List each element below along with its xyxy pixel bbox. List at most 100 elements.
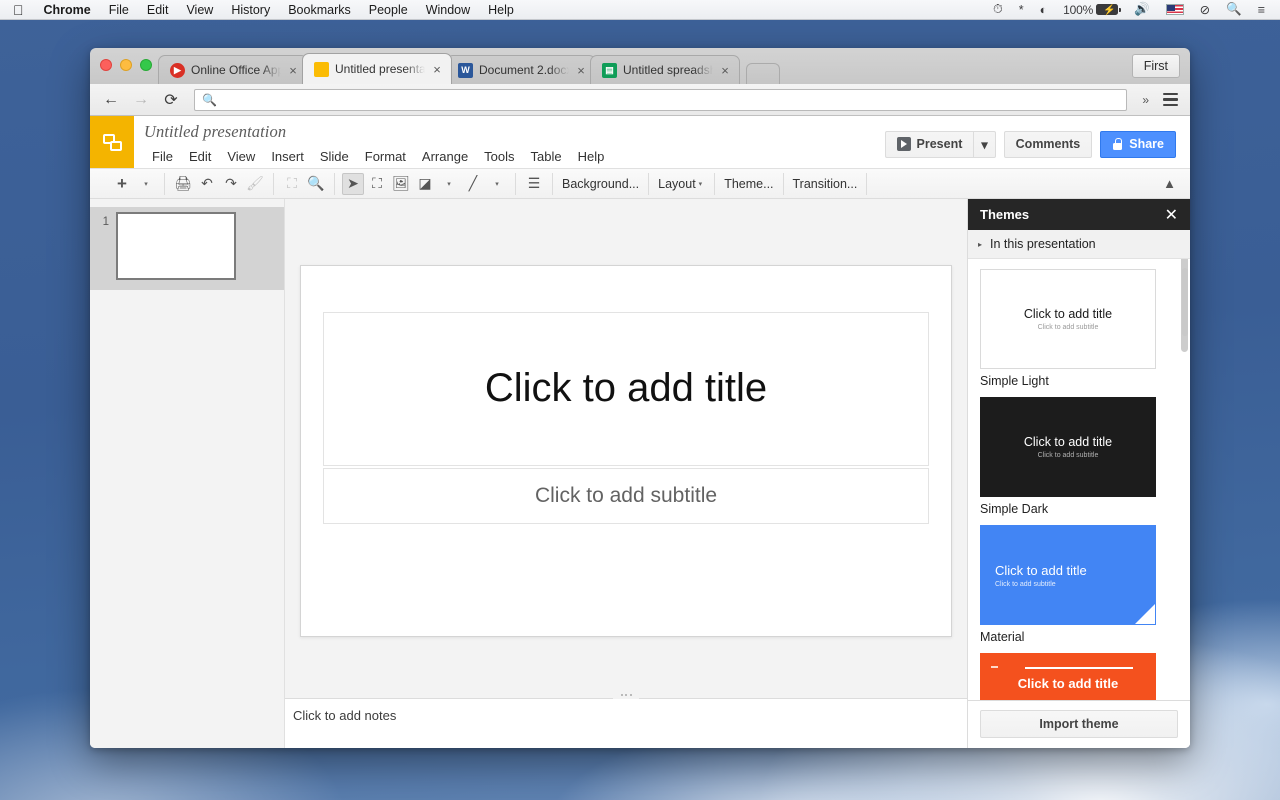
bluetooth-icon[interactable]: * [1012, 0, 1031, 19]
slide-filmstrip[interactable]: 1 [90, 199, 285, 748]
speaker-notes-pane[interactable]: Click to add notes [285, 698, 967, 748]
wifi-icon[interactable]: ◐ [1033, 0, 1055, 19]
slide-canvas-area[interactable]: Click to add title Click to add subtitle [285, 199, 967, 698]
slides-menu-view[interactable]: View [219, 147, 263, 166]
back-icon[interactable]: ← [98, 88, 124, 112]
close-window-button[interactable] [100, 59, 112, 71]
tab-close-icon[interactable]: × [575, 63, 587, 78]
tab-close-icon[interactable]: × [431, 62, 443, 77]
search-icon[interactable]: 🔍 [1219, 0, 1249, 19]
minimize-window-button[interactable] [120, 59, 132, 71]
theme-thumbnail[interactable]: Click to add title Click to add subtitle [980, 397, 1156, 497]
share-button[interactable]: Share [1100, 131, 1176, 158]
slides-menu-slide[interactable]: Slide [312, 147, 357, 166]
slide-thumbnail[interactable] [116, 212, 236, 280]
tab-close-icon[interactable]: × [287, 63, 299, 78]
menu-people[interactable]: People [360, 0, 417, 19]
menu-chrome[interactable]: Chrome [35, 0, 100, 19]
slides-menu-format[interactable]: Format [357, 147, 414, 166]
list-icon[interactable]: ≡ [1251, 0, 1272, 19]
menu-window[interactable]: Window [417, 0, 479, 19]
menu-bar-items:  Chrome File Edit View History Bookmark… [0, 0, 523, 19]
tab-untitled-spreadsheet[interactable]: ▤ Untitled spreadsheet - Goo × [590, 55, 740, 84]
slides-menu-insert[interactable]: Insert [263, 147, 312, 166]
themes-scrollbar[interactable] [1182, 268, 1188, 336]
new-tab-button[interactable] [746, 63, 780, 84]
theme-card-orange[interactable]: Click to add title [980, 653, 1178, 700]
battery-status[interactable]: 100% ⚡ [1056, 0, 1125, 19]
document-title[interactable]: Untitled presentation [144, 122, 885, 142]
text-box-icon[interactable]: ⛶ [366, 173, 388, 195]
paint-format-icon[interactable]: 🖌 [244, 173, 266, 195]
slides-menu-help[interactable]: Help [570, 147, 613, 166]
menu-edit[interactable]: Edit [138, 0, 178, 19]
slides-menu-table[interactable]: Table [523, 147, 570, 166]
theme-card-simple-dark[interactable]: Click to add title Click to add subtitle… [980, 397, 1178, 516]
new-slide-dropdown-icon[interactable]: ▾ [135, 173, 157, 195]
theme-thumbnail[interactable]: Click to add title Click to add subtitle [980, 269, 1156, 369]
filmstrip-slide-1[interactable]: 1 [90, 207, 284, 290]
volume-icon[interactable]: 🔊 [1127, 0, 1157, 19]
us-flag-icon[interactable] [1159, 0, 1191, 19]
menu-view[interactable]: View [177, 0, 222, 19]
slides-menu-file[interactable]: File [144, 147, 181, 166]
transition-button[interactable]: Transition... [784, 173, 868, 195]
profile-button[interactable]: First [1132, 54, 1180, 78]
theme-card-simple-light[interactable]: Click to add title Click to add subtitle… [980, 269, 1178, 388]
slides-menu-tools[interactable]: Tools [476, 147, 522, 166]
undo-icon[interactable]: ↶ [196, 173, 218, 195]
speaker-notes-icon[interactable]: ☰ [523, 173, 545, 195]
comments-button[interactable]: Comments [1004, 131, 1093, 158]
background-button[interactable]: Background... [553, 173, 649, 195]
menu-file[interactable]: File [100, 0, 138, 19]
clock-icon[interactable]: ⏱ [986, 0, 1010, 19]
in-this-presentation-section[interactable]: ▸ In this presentation [968, 230, 1190, 259]
menu-bookmarks[interactable]: Bookmarks [279, 0, 360, 19]
tab-document-2-docx[interactable]: W Document 2.docx - Micros × [446, 55, 596, 84]
theme-thumbnail[interactable]: Click to add title [980, 653, 1156, 700]
apple-menu-icon[interactable]:  [0, 0, 35, 19]
notes-resize-handle[interactable] [613, 691, 639, 699]
close-icon[interactable]: ✕ [1165, 205, 1178, 225]
line-dropdown-icon[interactable]: ▾ [486, 173, 508, 195]
present-dropdown-icon[interactable]: ▾ [973, 131, 995, 158]
select-arrow-icon[interactable]: ➤ [342, 173, 364, 195]
menu-help[interactable]: Help [479, 0, 523, 19]
do-not-disturb-icon[interactable]: ⊘ [1193, 0, 1217, 19]
address-input[interactable] [223, 93, 1119, 107]
reload-icon[interactable]: ⟳ [158, 88, 184, 112]
theme-thumbnail[interactable]: Click to add title Click to add subtitle [980, 525, 1156, 625]
collapse-toolbar-icon[interactable]: ▲ [1149, 176, 1190, 191]
insert-image-icon[interactable]: 🖼 [390, 173, 412, 195]
address-bar[interactable]: 🔍 [194, 89, 1127, 111]
zoom-icon[interactable]: 🔍 [305, 173, 327, 195]
chrome-menu-icon[interactable] [1158, 93, 1182, 106]
redo-icon[interactable]: ↷ [220, 173, 242, 195]
google-slides-logo-icon[interactable] [90, 116, 134, 168]
fit-to-screen-icon[interactable]: ⛶ [281, 173, 303, 195]
tab-title: Document 2.docx - Micros [479, 63, 569, 77]
layout-button[interactable]: Layout ▾ [649, 173, 715, 195]
present-button[interactable]: Present [885, 131, 974, 158]
line-icon[interactable]: ╱ [462, 173, 484, 195]
maximize-window-button[interactable] [140, 59, 152, 71]
print-icon[interactable]: 🖨 [172, 173, 194, 195]
tab-close-icon[interactable]: × [719, 63, 731, 78]
slides-menu-arrange[interactable]: Arrange [414, 147, 476, 166]
import-theme-button[interactable]: Import theme [980, 710, 1178, 738]
shape-icon[interactable]: ◪ [414, 173, 436, 195]
theme-thumb-subtitle: Click to add subtitle [1038, 324, 1099, 331]
new-slide-button[interactable]: + [111, 173, 133, 195]
slides-menu-edit[interactable]: Edit [181, 147, 219, 166]
tab-untitled-presentation[interactable]: Untitled presentation - Goo × [302, 53, 452, 84]
theme-card-material[interactable]: Click to add title Click to add subtitle… [980, 525, 1178, 644]
shape-dropdown-icon[interactable]: ▾ [438, 173, 460, 195]
slide-canvas[interactable]: Click to add title Click to add subtitle [300, 265, 952, 637]
title-placeholder[interactable]: Click to add title [323, 312, 929, 466]
subtitle-placeholder[interactable]: Click to add subtitle [323, 468, 929, 524]
menu-history[interactable]: History [222, 0, 279, 19]
tab-online-office-apps[interactable]: ▶ Online Office Apps, Tools × [158, 55, 308, 84]
overflow-chevron-icon[interactable]: » [1137, 93, 1154, 107]
theme-button[interactable]: Theme... [715, 173, 783, 195]
themes-list-container[interactable]: ▸ In this presentation Click to add titl… [968, 230, 1190, 700]
